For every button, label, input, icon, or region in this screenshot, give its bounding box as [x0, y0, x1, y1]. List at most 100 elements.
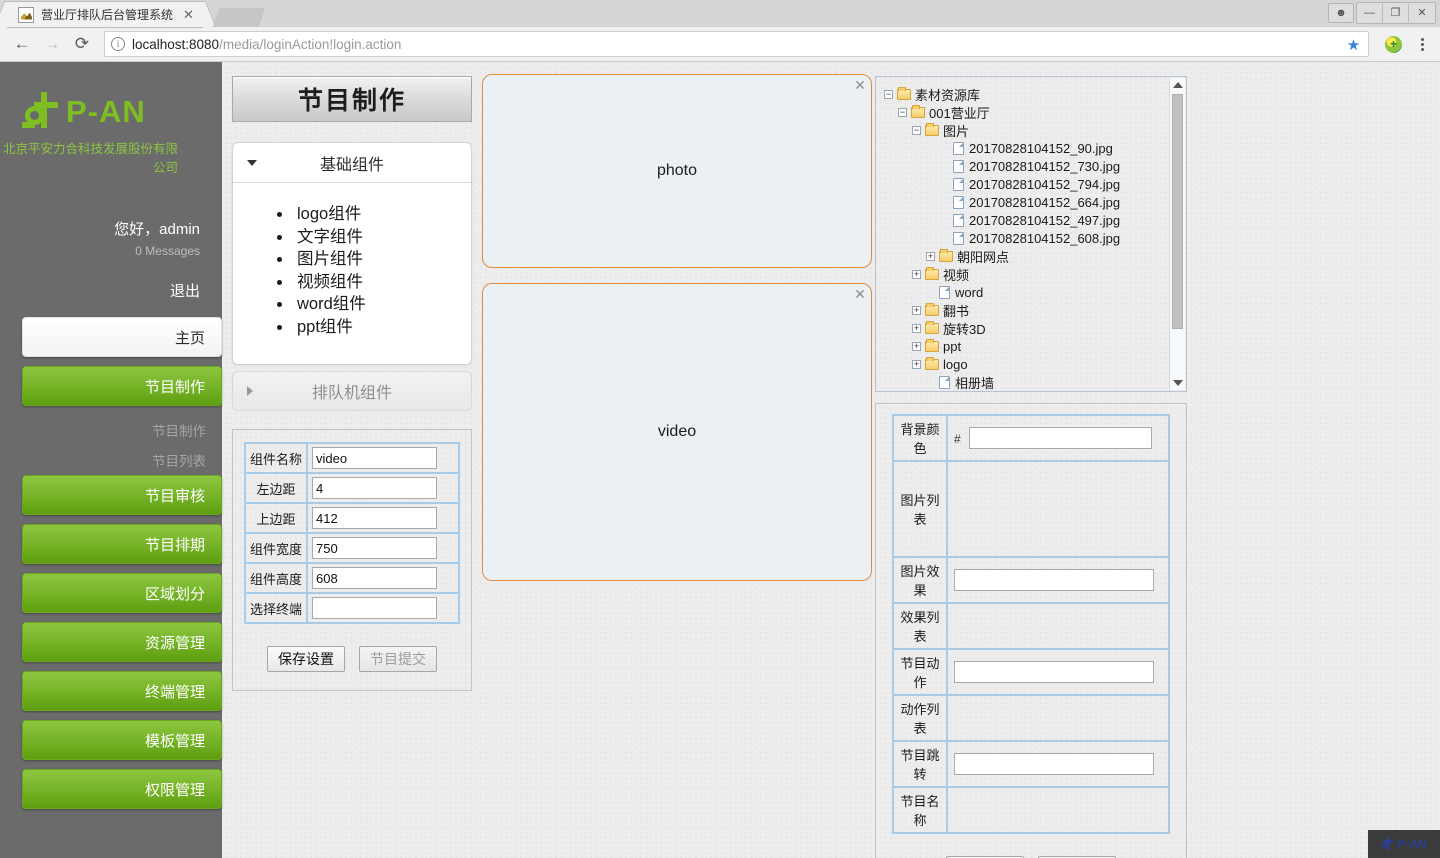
image-list-box[interactable]: [954, 465, 1154, 553]
tree-file-node[interactable]: word: [884, 283, 1186, 301]
bookmark-star-icon[interactable]: ★: [1343, 34, 1364, 55]
program-action-input[interactable]: [954, 661, 1154, 683]
sidebar-item-program-schedule[interactable]: 节目排期: [22, 524, 222, 564]
expand-icon[interactable]: +: [912, 323, 921, 333]
address-bar[interactable]: i localhost:8080/media/loginAction!login…: [104, 31, 1369, 57]
site-info-icon[interactable]: i: [111, 37, 125, 51]
background-color-input[interactable]: [969, 427, 1153, 449]
list-item[interactable]: 文字组件: [293, 226, 471, 249]
expand-icon[interactable]: +: [912, 341, 921, 351]
video-component-box[interactable]: video ✕: [482, 283, 872, 581]
accordion-header-queue[interactable]: 排队机组件: [232, 371, 472, 411]
sidebar-item-program-production[interactable]: 节目制作: [22, 366, 222, 406]
sidebar-item-program-review[interactable]: 节目审核: [22, 475, 222, 515]
tree-folder-node[interactable]: − 图片: [884, 121, 1186, 139]
tree-file-node[interactable]: 20170828104152_664.jpg: [884, 193, 1186, 211]
expand-icon[interactable]: +: [926, 251, 935, 261]
select-terminal-input[interactable]: [312, 597, 437, 619]
tree-file-node[interactable]: 20170828104152_730.jpg: [884, 157, 1186, 175]
close-icon[interactable]: ✕: [853, 287, 867, 301]
back-icon[interactable]: ←: [8, 30, 36, 58]
tree-file-node[interactable]: 20170828104152_90.jpg: [884, 139, 1186, 157]
scroll-down-icon[interactable]: [1172, 380, 1183, 386]
component-list: logo组件 文字组件 图片组件 视频组件 word组件 ppt组件: [293, 203, 471, 338]
sidebar-item-terminal-management[interactable]: 终端管理: [22, 671, 222, 711]
expand-icon[interactable]: +: [912, 269, 921, 279]
sidebar: P-AN 北京平安力合科技发展股份有限公司 您好，admin 0 Message…: [0, 62, 222, 858]
program-jump-input[interactable]: [954, 753, 1154, 775]
sidebar-item-permission-management[interactable]: 权限管理: [22, 769, 222, 809]
page-content: P-AN 北京平安力合科技发展股份有限公司 您好，admin 0 Message…: [0, 62, 1440, 858]
sidebar-item-resource-management[interactable]: 资源管理: [22, 622, 222, 662]
accordion-header-basic[interactable]: 基础组件: [233, 143, 471, 183]
collapse-icon[interactable]: −: [912, 125, 921, 135]
scroll-up-icon[interactable]: [1172, 82, 1183, 88]
effect-list-box[interactable]: [947, 603, 1169, 649]
tree-folder-node[interactable]: + logo: [884, 355, 1186, 373]
save-settings-button[interactable]: 保存设置: [267, 646, 345, 672]
field-label: 组件名称: [245, 443, 307, 473]
browser-menu-icon[interactable]: [1412, 37, 1432, 51]
minimize-icon[interactable]: —: [1357, 3, 1383, 23]
reload-icon[interactable]: ⟳: [68, 30, 96, 58]
new-tab-button[interactable]: [212, 8, 266, 27]
browser-tab[interactable]: 营业厅排队后台管理系统 ✕: [8, 2, 202, 27]
margin-top-input[interactable]: [312, 507, 437, 529]
list-item[interactable]: 图片组件: [293, 248, 471, 271]
tree-file-node[interactable]: 20170828104152_608.jpg: [884, 229, 1186, 247]
tree-file-node[interactable]: 相册墙: [884, 373, 1186, 391]
margin-left-input[interactable]: [312, 477, 437, 499]
program-properties-table: 背景颜色 # 图片列表 图片效果 效果列表 节目动作 动作列表 节目跳转 节目名…: [892, 414, 1170, 834]
logout-link[interactable]: 退出: [0, 280, 222, 301]
table-row: 左边距: [245, 473, 459, 503]
tree-scrollbar[interactable]: [1169, 78, 1185, 390]
forward-icon[interactable]: →: [38, 30, 66, 58]
tree-folder-node[interactable]: + ppt: [884, 337, 1186, 355]
list-item[interactable]: word组件: [293, 293, 471, 316]
tree-folder-node[interactable]: − 素材资源库: [884, 85, 1186, 103]
component-width-input[interactable]: [312, 537, 437, 559]
program-name-box[interactable]: [947, 787, 1169, 833]
tree-folder-node[interactable]: + 视频: [884, 265, 1186, 283]
window-close-icon[interactable]: ✕: [1409, 3, 1435, 23]
window-controls: ☻ — ❐ ✕: [1328, 2, 1436, 24]
scrollbar-thumb[interactable]: [1172, 94, 1183, 329]
profile-icon[interactable]: ☻: [1328, 3, 1354, 23]
sidebar-item-template-management[interactable]: 模板管理: [22, 720, 222, 760]
sidebar-subitem-program-list[interactable]: 节目列表: [22, 445, 222, 475]
messages-count[interactable]: 0 Messages: [0, 244, 200, 258]
file-icon: [953, 159, 964, 173]
expand-icon[interactable]: +: [912, 359, 921, 369]
sidebar-item-region-division[interactable]: 区域划分: [22, 573, 222, 613]
extension-icon[interactable]: [1385, 35, 1402, 53]
sidebar-subitem-program-production[interactable]: 节目制作: [22, 415, 222, 445]
close-icon[interactable]: ✕: [853, 78, 867, 92]
list-item[interactable]: ppt组件: [293, 316, 471, 339]
tree-folder-node[interactable]: + 朝阳网点: [884, 247, 1186, 265]
collapse-icon[interactable]: −: [884, 89, 893, 99]
list-item[interactable]: 视频组件: [293, 271, 471, 294]
collapse-icon[interactable]: −: [898, 107, 907, 117]
component-name-input[interactable]: [312, 447, 437, 469]
address-bar-url: localhost:8080/media/loginAction!login.a…: [132, 37, 401, 52]
tree-file-node[interactable]: 20170828104152_497.jpg: [884, 211, 1186, 229]
tree-folder-node[interactable]: + 翻书: [884, 301, 1186, 319]
photo-component-box[interactable]: photo ✕: [482, 74, 872, 268]
tree-folder-node[interactable]: + 旋转3D: [884, 319, 1186, 337]
table-row: 节目跳转: [893, 741, 1169, 787]
list-item[interactable]: logo组件: [293, 203, 471, 226]
maximize-icon[interactable]: ❐: [1383, 3, 1409, 23]
tree-folder-node[interactable]: − 001营业厅: [884, 103, 1186, 121]
table-row: 动作列表: [893, 695, 1169, 741]
image-effect-input[interactable]: [954, 569, 1154, 591]
sidebar-item-home[interactable]: 主页: [22, 317, 222, 357]
file-icon: [939, 375, 950, 389]
component-height-input[interactable]: [312, 567, 437, 589]
submit-program-button[interactable]: 节目提交: [359, 646, 437, 672]
expand-icon[interactable]: +: [912, 305, 921, 315]
tab-close-icon[interactable]: ✕: [183, 8, 194, 21]
action-list-box[interactable]: [947, 695, 1169, 741]
tree-file-node[interactable]: 20170828104152_794.jpg: [884, 175, 1186, 193]
